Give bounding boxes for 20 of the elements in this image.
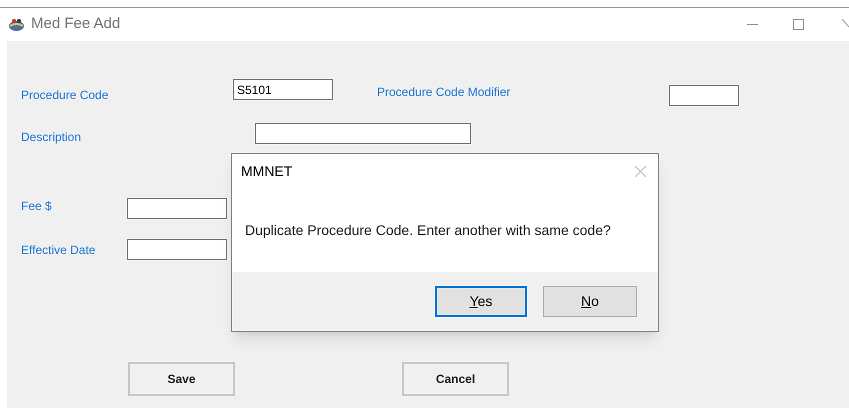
field-label: Effective Date (21, 242, 96, 259)
field-label: Procedure Code Modifier (377, 84, 510, 101)
field-label: Procedure Code (21, 87, 108, 104)
input-field[interactable] (669, 85, 739, 106)
close-icon[interactable] (842, 19, 849, 30)
field-label: Description (21, 129, 82, 146)
form-button[interactable]: Cancel (402, 362, 509, 396)
input-field[interactable] (127, 198, 227, 219)
window-title: Med Fee Add (31, 14, 120, 34)
field-label: Fee $ (21, 198, 52, 215)
dialog-button[interactable]: No (543, 286, 637, 317)
dialog-message: Duplicate Procedure Code. Enter another with same code? (245, 220, 611, 240)
input-field[interactable] (255, 123, 471, 144)
dialog-title: MMNET (241, 162, 292, 180)
app-icon (8, 18, 25, 32)
maximize-icon[interactable] (793, 19, 804, 30)
input-field[interactable] (127, 239, 227, 260)
form-button[interactable]: Save (128, 362, 235, 396)
input-field[interactable]: S5101 (233, 79, 333, 100)
dialog-button[interactable]: Yes (435, 286, 527, 317)
